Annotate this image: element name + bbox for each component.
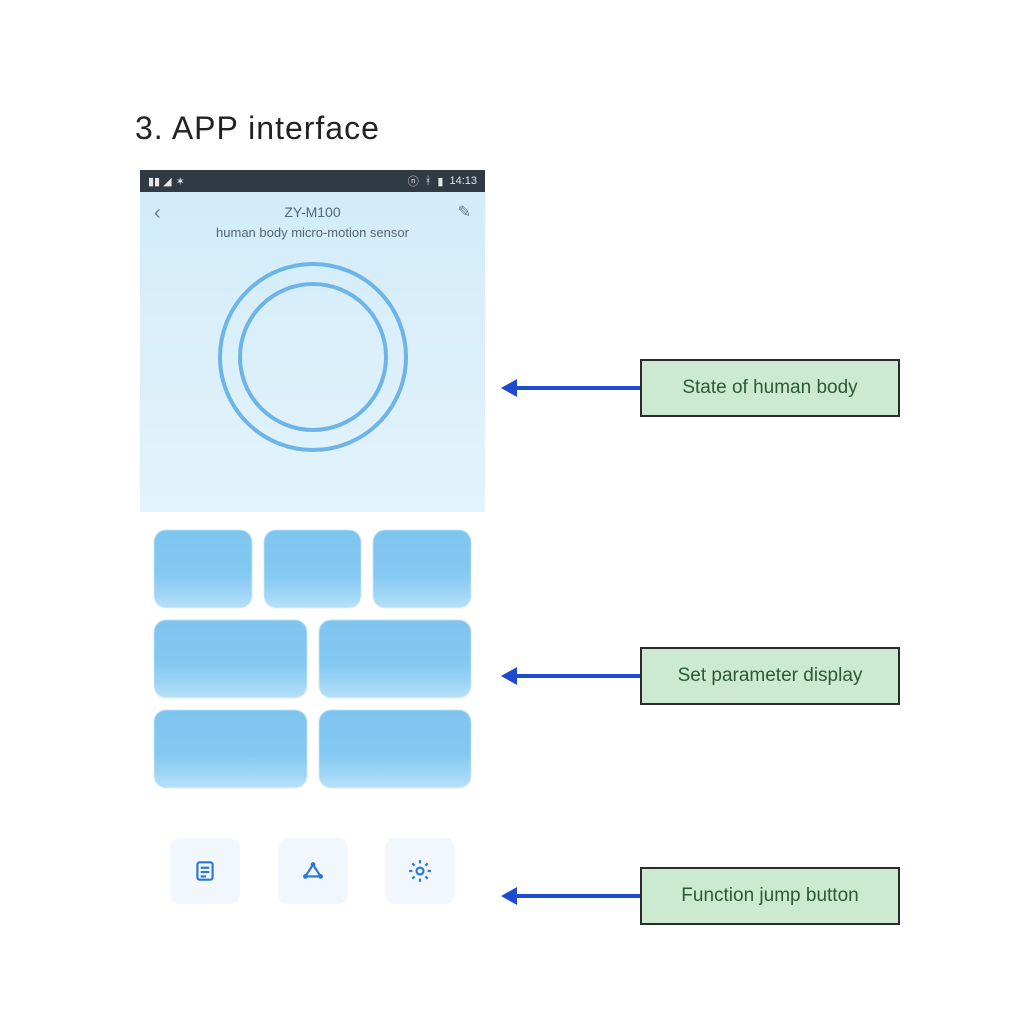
section-heading: 3. APP interface (135, 110, 380, 147)
param-tile[interactable] (154, 530, 252, 608)
app-title-line1: ZY-M100 (176, 202, 449, 223)
function-button-list[interactable] (170, 838, 240, 904)
bluetooth-icon: ᚼ (425, 175, 432, 187)
state-indicator-circle (218, 262, 408, 452)
param-tile[interactable] (154, 710, 307, 788)
gear-icon (407, 858, 433, 884)
param-tile[interactable] (373, 530, 471, 608)
function-button-settings[interactable] (385, 838, 455, 904)
phone-mockup: ▮▮ ◢ ✶ ⓝ ᚼ ▮ 14:13 ‹ ZY-M100 human body … (140, 170, 485, 940)
chevron-left-icon: ‹ (154, 202, 161, 224)
inner-ring-icon (238, 282, 388, 432)
status-time: 14:13 (449, 175, 477, 187)
pencil-icon: ✎ (458, 204, 471, 221)
app-nav-bar: ‹ ZY-M100 human body micro-motion sensor… (140, 192, 485, 252)
annotation-arrow (515, 386, 640, 390)
app-title-line2: human body micro-motion sensor (176, 223, 449, 243)
phone-status-bar: ▮▮ ◢ ✶ ⓝ ᚼ ▮ 14:13 (140, 170, 485, 192)
param-tile[interactable] (264, 530, 362, 608)
annotation-label-state: State of human body (640, 359, 900, 417)
annotation-label-function: Function jump button (640, 867, 900, 925)
function-button-bar (140, 838, 485, 904)
share-icon (300, 858, 326, 884)
edit-button[interactable]: ✎ (449, 202, 471, 222)
status-right-icons: ⓝ ᚼ ▮ 14:13 (408, 173, 477, 189)
parameter-grid (140, 512, 485, 798)
back-button[interactable]: ‹ (154, 202, 176, 225)
param-tile[interactable] (154, 620, 307, 698)
app-title: ZY-M100 human body micro-motion sensor (176, 202, 449, 243)
param-tile[interactable] (319, 620, 472, 698)
annotation-arrow (515, 894, 640, 898)
param-tile[interactable] (319, 710, 472, 788)
state-indicator-area (140, 252, 485, 452)
annotation-arrow (515, 674, 640, 678)
status-left-icons: ▮▮ ◢ ✶ (148, 175, 185, 188)
app-header-area: ‹ ZY-M100 human body micro-motion sensor… (140, 192, 485, 512)
list-icon (192, 858, 218, 884)
nfc-icon: ⓝ (408, 173, 419, 189)
annotation-label-parameter: Set parameter display (640, 647, 900, 705)
battery-icon: ▮ (437, 175, 443, 188)
wifi-icon: ✶ (176, 175, 185, 188)
signal-icon: ▮▮ ◢ (148, 175, 172, 188)
function-button-share[interactable] (278, 838, 348, 904)
